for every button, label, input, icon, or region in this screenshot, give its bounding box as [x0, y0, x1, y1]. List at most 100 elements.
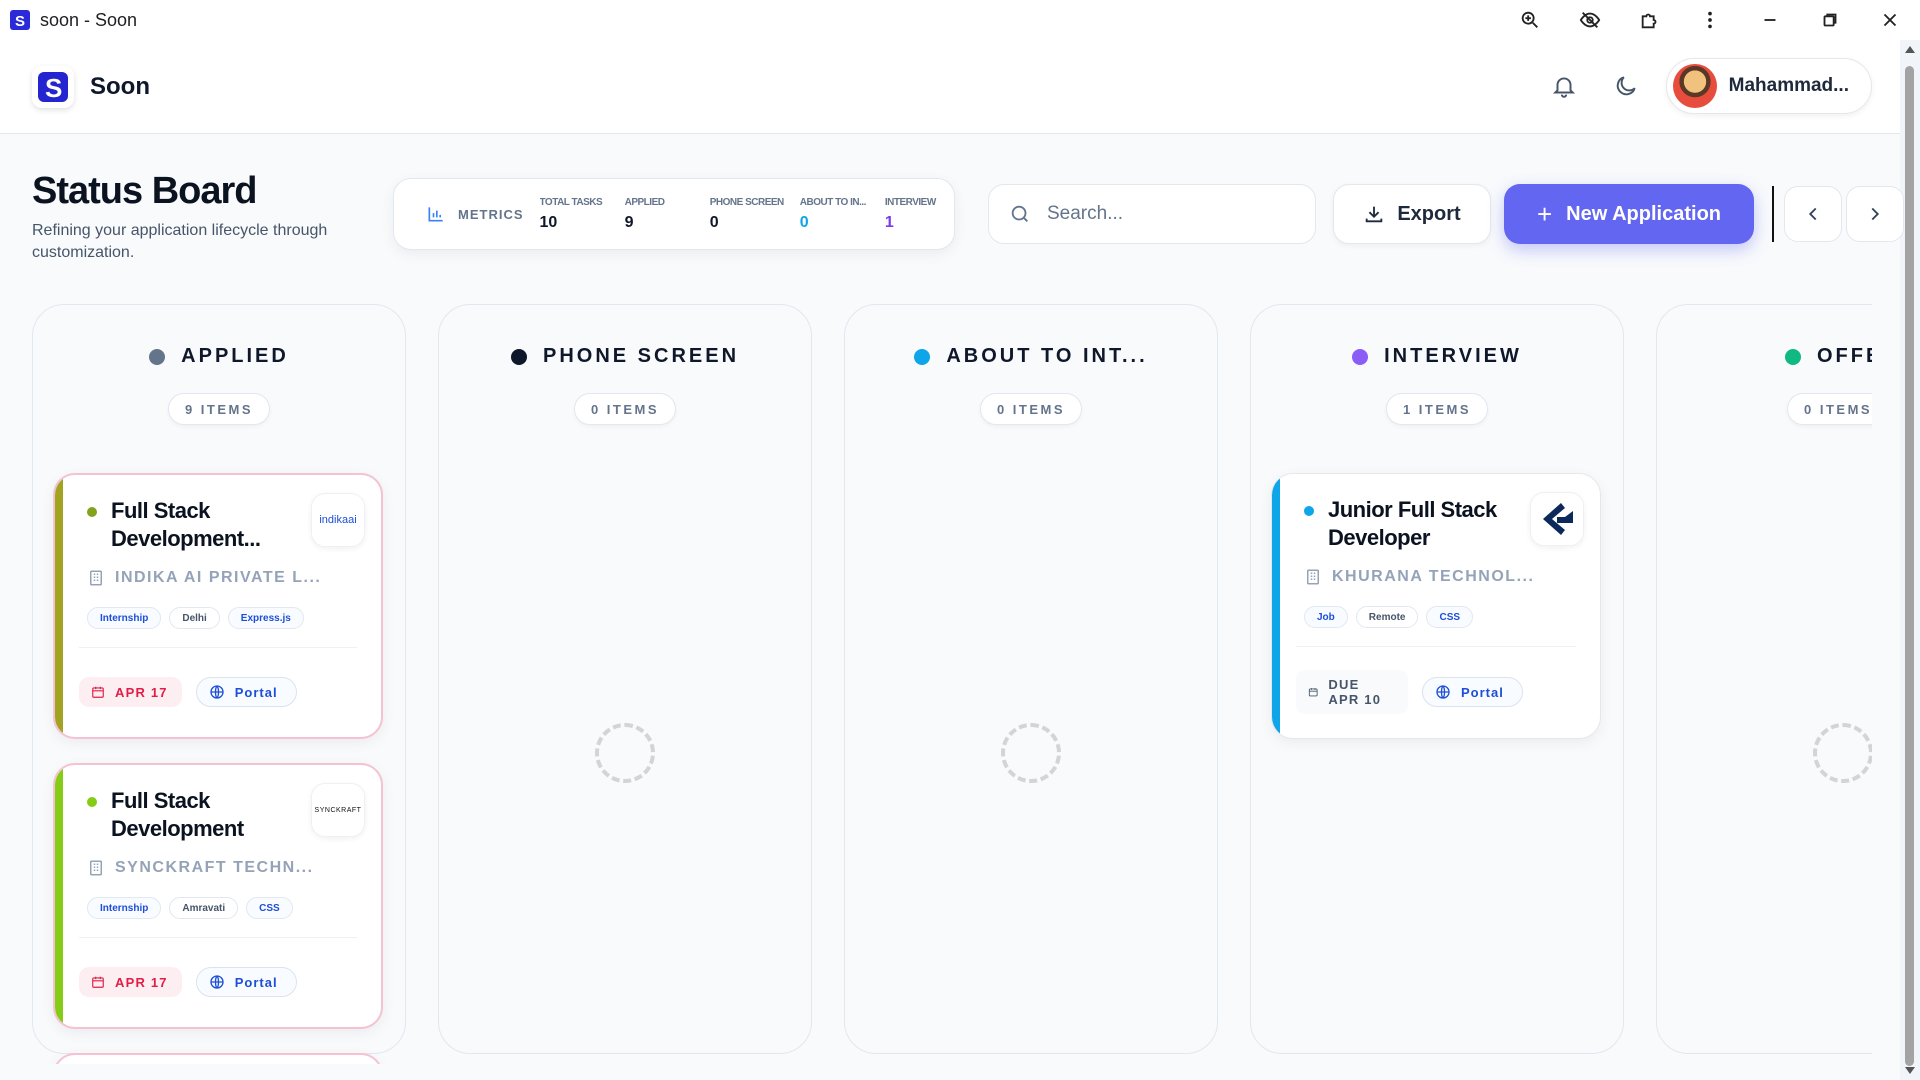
menu-button[interactable]: [1680, 0, 1740, 40]
tag: Internship: [87, 607, 162, 629]
card-tags: Internship Amravati CSS: [87, 897, 301, 919]
metric-value: 0: [709, 213, 719, 231]
theme-toggle-button[interactable]: [1598, 58, 1654, 114]
search-box[interactable]: [988, 184, 1316, 244]
new-application-button[interactable]: + New Application: [1504, 184, 1754, 244]
brand-logo-icon: S: [38, 71, 68, 103]
card-title: Junior Full Stack Developer: [1328, 497, 1497, 550]
column-phone-screen[interactable]: PHONE SCREEN 0 ITEMS: [438, 304, 812, 1054]
column-count: 0 ITEMS: [979, 393, 1083, 425]
metric-value: 9: [624, 213, 634, 231]
metrics-label: METRICS: [458, 206, 524, 222]
bar-chart-icon: [428, 207, 443, 222]
search-input[interactable]: [1047, 203, 1287, 225]
company-name: SYNCKRAFT TECHN...: [115, 859, 314, 876]
scroll-up-arrow[interactable]: [1905, 46, 1915, 53]
metrics-panel: METRICS TOTAL TASKS 10 APPLIED 9 PHONE S…: [393, 178, 955, 250]
scroll-right-button[interactable]: [1846, 186, 1904, 242]
kanban-board[interactable]: APPLIED 9 ITEMS Full Stack Development..…: [32, 304, 1872, 1064]
metric-value: 10: [539, 213, 558, 231]
portal-link[interactable]: Portal: [1422, 677, 1523, 707]
application-card-partial[interactable]: [53, 1053, 383, 1064]
brand-logo[interactable]: S: [32, 65, 74, 108]
puzzle-icon: [1641, 13, 1657, 29]
tag: Delhi: [169, 607, 220, 629]
column-offer[interactable]: OFFE 0 ITEMS: [1656, 304, 1872, 1054]
restore-icon: [1823, 13, 1837, 27]
metric-value: 1: [884, 213, 894, 231]
column-count: 1 ITEMS: [1385, 393, 1489, 425]
download-icon: [1366, 206, 1383, 223]
export-button[interactable]: Export: [1333, 184, 1491, 244]
metric-key: TOTAL TASKS: [539, 196, 603, 208]
date-text: DUE APR 10: [1328, 677, 1382, 707]
extensions-button[interactable]: [1620, 0, 1680, 40]
metric-value: 0: [799, 213, 809, 231]
company-logo-icon: [1543, 503, 1573, 535]
scroll-down-arrow[interactable]: [1905, 1067, 1915, 1074]
moon-icon: [1616, 76, 1636, 96]
restore-button[interactable]: [1800, 0, 1860, 40]
card-title: Full Stack Development...: [111, 498, 261, 551]
application-card[interactable]: Full Stack Development... indikaai INDIK…: [53, 473, 383, 739]
column-title: INTERVIEW: [1384, 345, 1522, 367]
column-status-dot: [914, 348, 931, 365]
scroll-left-button[interactable]: [1784, 186, 1842, 242]
export-label: Export: [1397, 202, 1461, 225]
company-name: KHURANA TECHNOL...: [1332, 568, 1535, 585]
metric-about-to-interview: ABOUT TO IN... 0: [800, 197, 869, 232]
loading-spinner: [1001, 723, 1061, 783]
app-header: S Soon Mahammad...: [0, 40, 1900, 134]
notifications-button[interactable]: [1536, 58, 1592, 114]
close-button[interactable]: [1860, 0, 1920, 40]
user-menu-button[interactable]: Mahammad...: [1665, 58, 1872, 114]
application-card[interactable]: Junior Full Stack Developer KHURANA TECH…: [1271, 473, 1601, 739]
tag: CSS: [1426, 606, 1474, 628]
column-title: OFFE: [1817, 345, 1872, 367]
more-vertical-icon: [1708, 11, 1712, 29]
eye-off-icon: [1579, 12, 1601, 28]
portal-label: Portal: [1461, 684, 1504, 700]
metric-applied: APPLIED 9: [625, 197, 694, 232]
column-status-dot: [149, 348, 166, 365]
card-status-dot: [87, 507, 97, 517]
tracking-protection-button[interactable]: [1560, 0, 1620, 40]
column-status-dot: [510, 348, 527, 365]
minimize-button[interactable]: [1740, 0, 1800, 40]
column-count: 0 ITEMS: [1787, 393, 1872, 425]
new-application-label: New Application: [1566, 202, 1721, 225]
tag: Remote: [1355, 606, 1419, 628]
column-interview[interactable]: INTERVIEW 1 ITEMS Junior Full Stack Deve…: [1250, 304, 1624, 1054]
company-logo: [1530, 492, 1584, 546]
application-card[interactable]: Full Stack Development SYNCKRAFT SYNCKRA…: [53, 763, 383, 1029]
card-divider: [1296, 646, 1576, 647]
date-text: APR 17: [115, 974, 168, 990]
tag: Internship: [87, 897, 162, 919]
card-status-dot: [87, 797, 97, 807]
card-accent: [55, 475, 63, 737]
metric-interview: INTERVIEW 1: [885, 197, 954, 232]
plus-icon: +: [1536, 198, 1553, 229]
metric-key: INTERVIEW: [884, 196, 936, 208]
metric-total-tasks: TOTAL TASKS 10: [540, 197, 609, 232]
zoom-button[interactable]: [1500, 0, 1560, 40]
page-title: Status Board: [32, 170, 257, 212]
column-about-to-interview[interactable]: ABOUT TO INT... 0 ITEMS: [844, 304, 1218, 1054]
metric-key: ABOUT TO IN...: [799, 196, 867, 208]
app-logo-icon: S: [10, 10, 30, 30]
card-tags: Job Remote CSS: [1304, 606, 1481, 628]
tag: Job: [1304, 606, 1348, 628]
company-logo: indikaai: [311, 493, 365, 547]
card-tags: Internship Delhi Express.js: [87, 607, 312, 629]
company-logo: SYNCKRAFT: [311, 783, 365, 837]
card-divider: [79, 647, 357, 648]
column-applied[interactable]: APPLIED 9 ITEMS Full Stack Development..…: [32, 304, 406, 1064]
portal-link[interactable]: Portal: [195, 967, 297, 997]
card-accent: [1272, 474, 1280, 738]
portal-link[interactable]: Portal: [195, 677, 297, 707]
scrollbar-thumb[interactable]: [1905, 66, 1914, 1066]
search-icon: [1011, 205, 1028, 222]
calendar-icon: [92, 976, 104, 988]
card-company: INDIKA AI PRIVATE L...: [87, 569, 321, 587]
toolbar-divider: [1772, 186, 1774, 242]
